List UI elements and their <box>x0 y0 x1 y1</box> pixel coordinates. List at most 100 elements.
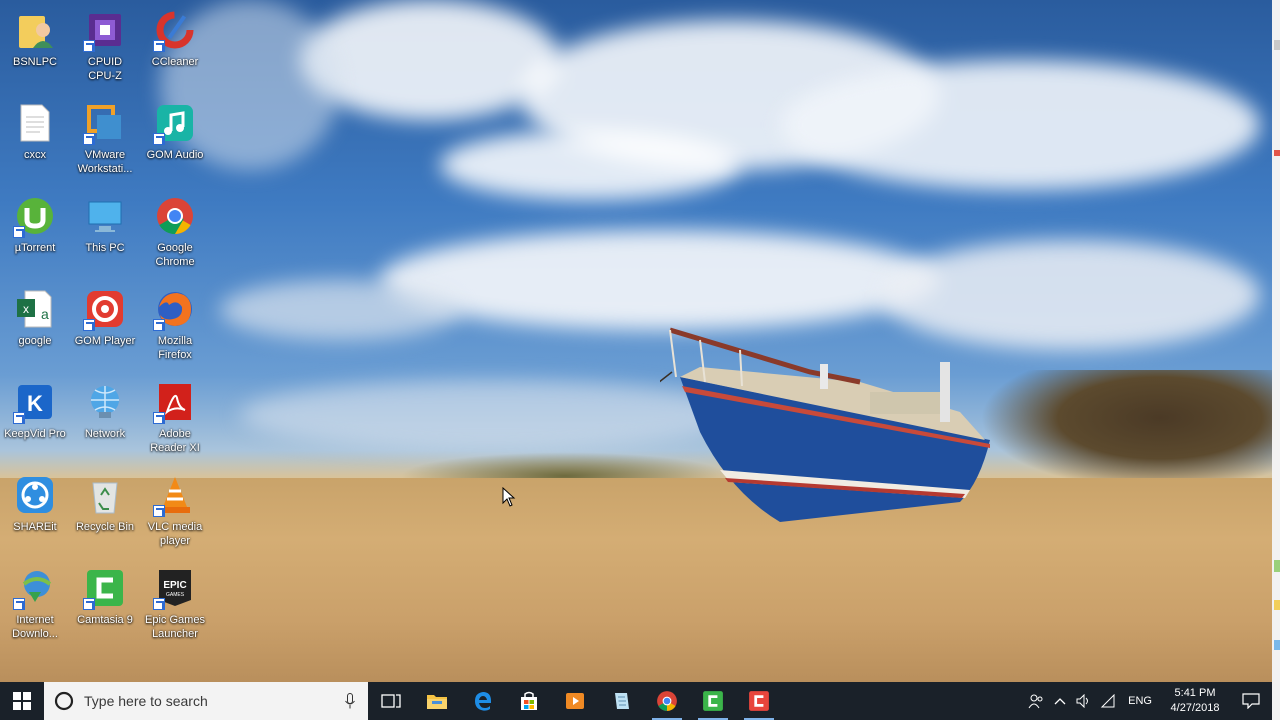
taskbar-camtasia[interactable] <box>690 682 736 720</box>
icon-label: Google Chrome <box>155 242 195 268</box>
icon-label: Network <box>84 428 126 440</box>
task-view-icon <box>381 694 401 708</box>
svg-text:a: a <box>41 306 49 322</box>
volume-button[interactable] <box>1072 682 1096 720</box>
people-button[interactable] <box>1024 682 1048 720</box>
icon-label: VMware Workstati... <box>77 149 133 175</box>
svg-text:K: K <box>27 391 43 416</box>
chevron-up-icon <box>1054 698 1066 705</box>
desktop-icon-epic-games[interactable]: EPIC GAMES Epic Games Launcher <box>140 558 210 648</box>
icon-label: Adobe Reader XI <box>150 428 200 454</box>
clock-date: 4/27/2018 <box>1170 702 1220 714</box>
desktop-icon-keepvid[interactable]: K KeepVid Pro <box>0 372 70 462</box>
network-signal-icon <box>1100 694 1115 708</box>
icon-label: µTorrent <box>14 242 56 254</box>
taskbar-chrome[interactable] <box>644 682 690 720</box>
svg-text:EPIC: EPIC <box>163 580 186 591</box>
store-icon <box>521 691 537 710</box>
desktop-icon-bsnlpc[interactable]: BSNLPC <box>0 0 70 90</box>
excel-file-icon: xa <box>13 287 57 331</box>
desktop-icon-chrome[interactable]: Google Chrome <box>140 186 210 276</box>
taskbar-notes[interactable] <box>598 682 644 720</box>
media-player-icon <box>566 693 584 709</box>
taskbar-clock[interactable]: 5:41 PM 4/27/2018 <box>1160 686 1230 716</box>
icon-label: Camtasia 9 <box>77 614 133 626</box>
cortana-circle-icon <box>54 691 74 711</box>
desktop-icon-network[interactable]: Network <box>70 372 140 462</box>
icon-label: Mozilla Firefox <box>157 335 193 361</box>
search-placeholder: Type here to search <box>84 693 208 709</box>
desktop-icon-vlc[interactable]: VLC media player <box>140 465 210 555</box>
camtasia-icon <box>703 691 723 711</box>
vmware-icon <box>83 101 127 145</box>
icon-label: cxcx <box>24 149 46 161</box>
taskbar-camtasia-recorder[interactable] <box>736 682 782 720</box>
icon-label: GOM Player <box>74 335 136 347</box>
firefox-icon <box>153 287 197 331</box>
icon-label: CPUID CPU-Z <box>87 56 123 82</box>
task-view-button[interactable] <box>368 682 414 720</box>
epic-games-icon: EPIC GAMES <box>153 566 197 610</box>
keepvid-icon: K <box>13 380 57 424</box>
show-hidden-icons-button[interactable] <box>1048 682 1072 720</box>
icon-label: This PC <box>85 242 125 254</box>
icon-label: GOM Audio <box>146 149 204 161</box>
notes-icon <box>615 693 629 709</box>
desktop-icon-ccleaner[interactable]: CCleaner <box>140 0 210 90</box>
file-explorer-icon <box>427 695 447 709</box>
utorrent-icon <box>13 194 57 238</box>
icon-label: KeepVid Pro <box>4 428 66 440</box>
chrome-icon <box>153 194 197 238</box>
desktop-icon-google-sheet[interactable]: xa google <box>0 279 70 369</box>
icon-label: Recycle Bin <box>75 521 135 533</box>
icon-label: BSNLPC <box>12 56 58 68</box>
desktop-icon-recycle-bin[interactable]: Recycle Bin <box>70 465 140 555</box>
mouse-cursor <box>502 487 516 507</box>
desktop-icon-this-pc[interactable]: This PC <box>70 186 140 276</box>
microphone-icon <box>345 693 355 709</box>
taskbar-edge[interactable] <box>460 682 506 720</box>
desktop-icon-utorrent[interactable]: µTorrent <box>0 186 70 276</box>
gom-player-icon <box>83 287 127 331</box>
text-file-icon <box>13 101 57 145</box>
icon-label: VLC media player <box>147 521 203 547</box>
recycle-bin-icon <box>83 473 127 517</box>
desktop-icon-firefox[interactable]: Mozilla Firefox <box>140 279 210 369</box>
desktop-icon-idm[interactable]: Internet Downlo... <box>0 558 70 648</box>
taskbar-search-box[interactable]: Type here to search <box>44 682 368 720</box>
taskbar-media-player[interactable] <box>552 682 598 720</box>
desktop-icon-camtasia[interactable]: Camtasia 9 <box>70 558 140 648</box>
taskbar-file-explorer[interactable] <box>414 682 460 720</box>
desktop-icon-grid: BSNLPC CPUID CPU-Z CCleaner cxcx VMware … <box>0 0 215 680</box>
icon-label: SHAREit <box>13 521 57 533</box>
icon-label: Internet Downlo... <box>12 614 58 640</box>
start-button[interactable] <box>0 682 44 720</box>
network-status-button[interactable] <box>1096 682 1120 720</box>
desktop-icon-shareit[interactable]: SHAREit <box>0 465 70 555</box>
shareit-icon <box>13 473 57 517</box>
input-language-indicator[interactable]: ENG <box>1120 695 1160 707</box>
icon-label: Epic Games Launcher <box>145 614 205 640</box>
desktop-icon-vmware[interactable]: VMware Workstati... <box>70 93 140 183</box>
svg-text:GAMES: GAMES <box>166 592 185 598</box>
user-folder-icon <box>13 8 57 52</box>
speaker-icon <box>1076 694 1089 708</box>
desktop-icon-cpuz[interactable]: CPUID CPU-Z <box>70 0 140 90</box>
system-tray: ENG 5:41 PM 4/27/2018 <box>1024 682 1272 720</box>
icon-label: google <box>18 335 52 347</box>
svg-text:x: x <box>23 302 29 316</box>
idm-icon <box>13 566 57 610</box>
desktop-icon-gom-audio[interactable]: GOM Audio <box>140 93 210 183</box>
taskbar-store[interactable] <box>506 682 552 720</box>
network-icon <box>83 380 127 424</box>
sailboat-image <box>660 327 990 522</box>
microphone-button[interactable] <box>332 682 368 720</box>
action-center-button[interactable] <box>1230 682 1272 720</box>
cpu-z-icon <box>83 8 127 52</box>
taskbar: Type here to search ENG 5:41 PM 4/27/201… <box>0 682 1272 720</box>
desktop-icon-cxcx[interactable]: cxcx <box>0 93 70 183</box>
desktop-icon-gom-player[interactable]: GOM Player <box>70 279 140 369</box>
camtasia-recorder-icon <box>749 691 769 711</box>
icon-label: CCleaner <box>151 56 199 68</box>
desktop-icon-adobe-reader[interactable]: Adobe Reader XI <box>140 372 210 462</box>
